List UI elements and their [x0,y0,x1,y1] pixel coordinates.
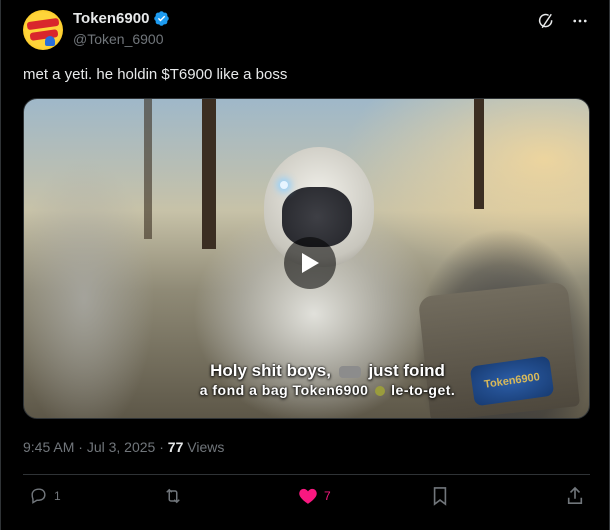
grok-icon[interactable] [537,12,555,30]
like-button[interactable]: 7 [298,486,331,505]
author-name-row: Token6900 [73,10,170,27]
tree-trunk [474,99,484,209]
reply-count: 1 [54,488,61,503]
play-button[interactable] [284,237,336,289]
bookmark-icon [433,487,447,506]
avatar-logo-figure [45,36,55,46]
repost-button[interactable] [163,486,189,506]
top-right-actions [537,12,589,30]
video-player[interactable]: Token6900 Holy shit boys, just foind a f… [23,98,590,419]
tweet-text: met a yeti. he holdin $T6900 like a boss [23,66,288,83]
share-button[interactable] [566,486,584,506]
meta-separator: · [74,439,87,455]
like-count: 7 [324,488,331,503]
reply-button[interactable]: 1 [29,486,61,505]
tree-trunk [144,99,152,239]
caption-text: le-to-get. [391,382,456,398]
repost-icon [166,488,180,504]
meta-separator: · [155,439,168,455]
caption-emoji-icon [338,365,361,378]
caption-text: a fond a bag Token6900 [199,382,369,398]
author-handle[interactable]: @Token_6900 [73,31,164,47]
divider [23,474,590,475]
video-caption-line-2: a fond a bag Token6900 le-to-get. [44,382,589,398]
views-label: Views [183,439,225,455]
heart-icon [299,488,317,504]
caption-text: just foind [368,361,445,380]
tweet-actions: 1 7 [23,486,590,508]
reply-icon [31,488,46,504]
author-display-name[interactable]: Token6900 [73,10,149,27]
caption-coin-icon [374,386,385,397]
author-avatar[interactable] [23,10,63,50]
video-caption-line-1: Holy shit boys, just foind [44,361,589,381]
views-count: 77 [167,439,184,455]
caption-text: Holy shit boys, [210,361,331,380]
verified-badge-icon [154,11,170,26]
tweet-meta: 9:45 AM · Jul 3, 2025 · 77 Views [23,439,224,455]
tweet-card: Token6900 @Token_6900 met a yeti. he hol… [0,0,610,530]
more-options-icon[interactable] [571,12,589,30]
avatar-logo-stripe-top [26,17,60,31]
bookmark-button[interactable] [431,486,449,506]
play-icon [302,253,319,273]
tweet-time[interactable]: 9:45 AM [23,439,74,455]
tweet-date[interactable]: Jul 3, 2025 [87,439,156,455]
yeti-eye [280,181,288,189]
tree-trunk [202,99,216,249]
share-icon [567,486,583,505]
